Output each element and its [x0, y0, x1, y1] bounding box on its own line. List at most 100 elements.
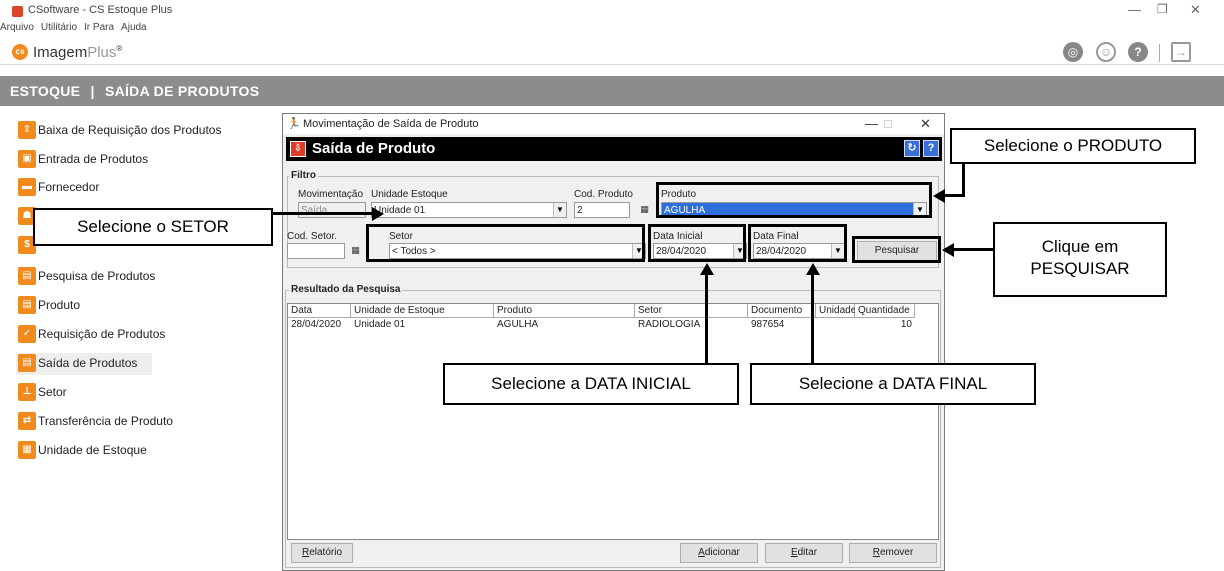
cod-produto-input[interactable]: 2: [574, 202, 630, 218]
sidebar-item-requisicao-produtos[interactable]: ✓ Requisição de Produtos: [16, 324, 256, 346]
transfer-icon: ⇄: [18, 412, 36, 430]
module-name: ESTOQUE: [10, 83, 81, 99]
menu-bar: Arquivo Utilitário Ir Para Ajuda: [0, 22, 154, 36]
sidebar-item-saida-produtos[interactable]: ▤ Saída de Produtos: [16, 353, 152, 375]
dialog-header: ⇩ Saída de Produto ↻ ?: [286, 137, 942, 161]
sidebar-item-produto[interactable]: ▤ Produto: [16, 295, 256, 317]
arrow-left-icon: [933, 189, 945, 203]
data-final-highlight: [748, 224, 847, 262]
arrow-up-icon: [806, 263, 820, 275]
cell-unidade-estoque: Unidade 01: [354, 319, 406, 330]
sidebar-item-label: Setor: [38, 385, 67, 399]
callout-line: [705, 275, 708, 363]
dialog-header-title: Saída de Produto: [312, 140, 436, 157]
sidebar-item-label: Saída de Produtos: [38, 356, 138, 370]
cell-produto: AGULHA: [497, 319, 539, 330]
adicionar-button[interactable]: Adicionar: [680, 543, 758, 563]
callout-pesquisar-line2: PESQUISAR: [1030, 259, 1130, 278]
calendar-search-icon[interactable]: ▦: [637, 202, 652, 217]
column-header-unidade-estoque[interactable]: Unidade de Estoque: [351, 304, 494, 318]
database-icon: ▤: [18, 267, 36, 285]
sidebar-item-unidade-estoque[interactable]: ▦ Unidade de Estoque: [16, 440, 256, 462]
cell-quantidade: 10: [900, 319, 912, 330]
menu-ajuda[interactable]: Ajuda: [121, 22, 147, 33]
truck-icon: ▬: [18, 178, 36, 196]
callout-line: [953, 248, 993, 251]
close-icon[interactable]: ✕: [1190, 2, 1201, 18]
callout-line: [962, 164, 965, 197]
sidebar-item-label: Baixa de Requisição dos Produtos: [38, 123, 222, 137]
brand-name: ImagemPlus®: [33, 44, 122, 61]
help-icon[interactable]: ?: [1128, 42, 1148, 62]
remover-label: emover: [879, 547, 914, 558]
user-icon[interactable]: ☺: [1096, 42, 1116, 62]
sidebar-item-fornecedor[interactable]: ▬ Fornecedor: [16, 177, 256, 199]
callout-line: [273, 212, 373, 215]
sidebar-item-label: Requisição de Produtos: [38, 327, 166, 341]
arrow-right-icon: [372, 207, 384, 221]
setor-highlight: [366, 224, 645, 262]
globe-icon[interactable]: ◎: [1063, 42, 1083, 62]
column-header-unidade[interactable]: Unidade: [816, 304, 856, 318]
sidebar-item-label: Pesquisa de Produtos: [38, 269, 156, 283]
refresh-icon[interactable]: ↻: [904, 140, 920, 157]
exit-icon: ⇩: [290, 141, 306, 157]
logout-icon[interactable]: →: [1171, 42, 1191, 62]
remover-mnemonic: R: [872, 547, 880, 558]
sidebar-item-setor[interactable]: ⊥ Setor: [16, 382, 256, 404]
callout-pesquisar-line1: Clique em: [1041, 237, 1119, 256]
sidebar-item-label: Fornecedor: [38, 180, 100, 194]
sidebar-item-label: Produto: [38, 298, 81, 312]
help-icon[interactable]: ?: [923, 140, 939, 157]
editar-button[interactable]: Editar: [765, 543, 843, 563]
org-chart-icon: ⊥: [18, 383, 36, 401]
sidebar-item-label: Transferência de Produto: [38, 414, 173, 428]
dialog-title-bar: 🏃 Movimentação de Saída de Produto — ☐ ✕: [283, 114, 944, 134]
export-box-icon: ⇧: [18, 121, 36, 139]
callout-line: [811, 275, 814, 363]
column-header-produto[interactable]: Produto: [494, 304, 635, 318]
brand-logo: cs: [12, 44, 28, 60]
relatorio-button[interactable]: Relatório: [291, 543, 353, 563]
filter-group-label: Filtro: [289, 170, 318, 181]
menu-arquivo[interactable]: Arquivo: [0, 22, 34, 33]
export-list-icon: ▤: [18, 354, 36, 372]
app-icon: [12, 6, 23, 17]
editar-mnemonic: E: [790, 547, 798, 558]
sidebar-item-label: Entrada de Produtos: [38, 152, 149, 166]
editar-label: ditar: [797, 547, 818, 558]
sidebar-item-baixa-requisicao[interactable]: ⇧ Baixa de Requisição dos Produtos: [16, 120, 256, 142]
cod-setor-input[interactable]: [287, 243, 345, 259]
callout-data-final: Selecione a DATA FINAL: [750, 363, 1036, 405]
cell-unidade: [816, 319, 819, 331]
menu-ir-para[interactable]: Ir Para: [84, 22, 114, 33]
sidebar-item-transferencia[interactable]: ⇄ Transferência de Produto: [16, 411, 256, 433]
menu-utilitario[interactable]: Utilitário: [41, 22, 77, 33]
sidebar-item-pesquisa-produtos[interactable]: ▤ Pesquisa de Produtos: [16, 266, 256, 288]
column-header-setor[interactable]: Setor: [635, 304, 748, 318]
dialog-maximize-icon: ☐: [883, 119, 893, 131]
dialog-minimize-icon[interactable]: —: [865, 116, 878, 131]
calendar-search-icon[interactable]: ▦: [348, 243, 363, 258]
callout-setor: Selecione o SETOR: [33, 208, 273, 246]
callout-data-inicial: Selecione a DATA INICIAL: [443, 363, 739, 405]
cell-documento: 987654: [751, 319, 785, 330]
unidade-estoque-select[interactable]: Unidade 01 ▼: [371, 202, 567, 218]
unidade-estoque-label: Unidade Estoque: [371, 189, 448, 200]
minimize-icon[interactable]: —: [1128, 2, 1141, 17]
column-header-data[interactable]: Data: [288, 304, 351, 318]
relatorio-label: elatório: [309, 547, 343, 558]
chevron-down-icon: ▼: [553, 203, 566, 217]
remover-button[interactable]: Remover: [849, 543, 937, 563]
sidebar-item-label: Unidade de Estoque: [38, 443, 147, 457]
dialog-close-icon[interactable]: ✕: [920, 116, 931, 132]
column-header-documento[interactable]: Documento: [748, 304, 816, 318]
app-title: CSoftware - CS Estoque Plus: [28, 4, 173, 16]
restore-icon[interactable]: ❐: [1157, 2, 1168, 16]
results-table[interactable]: Data Unidade de Estoque Produto Setor Do…: [287, 303, 939, 540]
brand-bar: cs ImagemPlus®: [0, 39, 1224, 65]
sidebar-item-entrada-produtos[interactable]: ▣ Entrada de Produtos: [16, 149, 256, 171]
page-header: ESTOQUE | SAÍDA DE PRODUTOS: [0, 76, 1224, 106]
column-header-quantidade[interactable]: Quantidade: [855, 304, 915, 318]
running-man-icon: 🏃: [287, 118, 301, 130]
